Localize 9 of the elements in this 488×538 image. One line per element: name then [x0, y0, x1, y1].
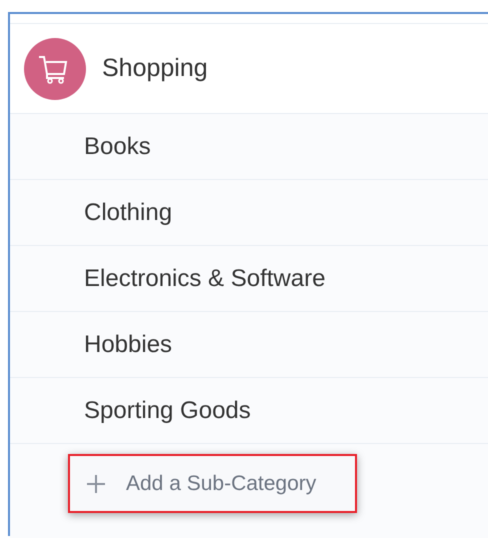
subcategory-item[interactable]: Clothing: [84, 194, 172, 230]
plus-icon: [86, 474, 106, 494]
subcategory-item[interactable]: Sporting Goods: [84, 392, 251, 428]
add-sub-category-button[interactable]: Add a Sub-Category: [68, 454, 357, 513]
subcategory-item[interactable]: Hobbies: [84, 326, 172, 362]
shopping-cart-icon: [24, 38, 86, 100]
subcategory-item[interactable]: Electronics & Software: [84, 260, 326, 296]
subcategory-item[interactable]: Books: [84, 128, 151, 164]
category-title: Shopping: [102, 52, 208, 84]
